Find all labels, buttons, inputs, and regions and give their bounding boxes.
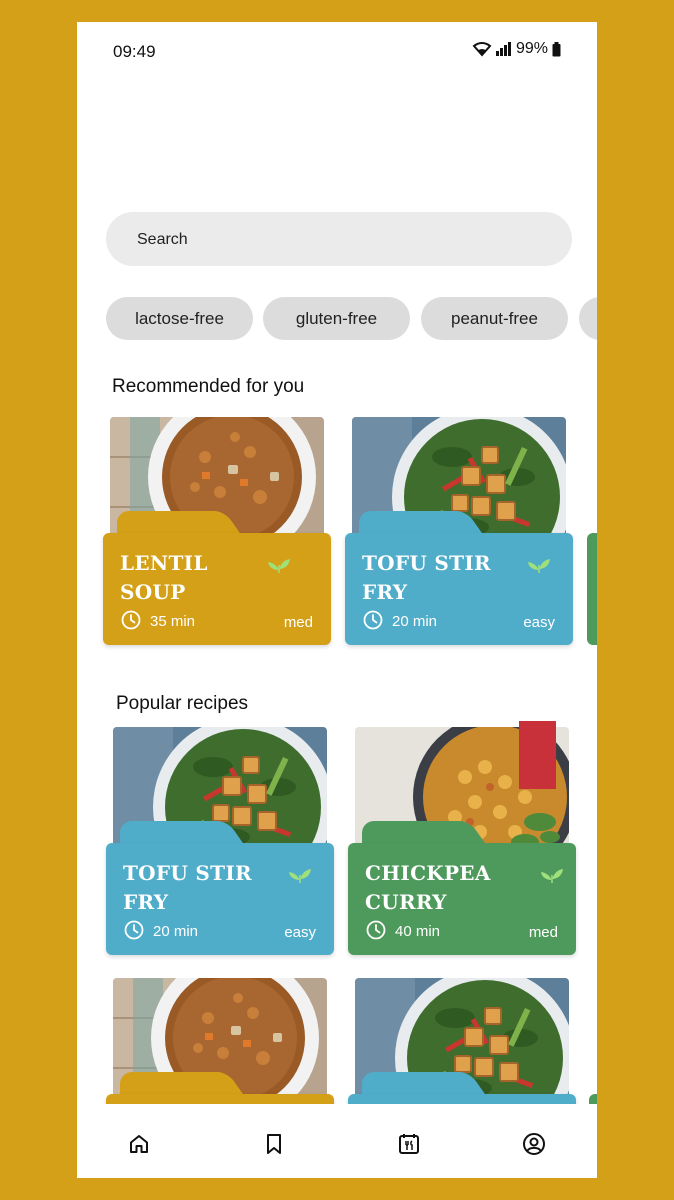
search-input[interactable]: Search <box>106 212 572 266</box>
phone-screen: 09:49 99% Search lactose-free gluten-fre… <box>77 22 597 1178</box>
difficulty: easy <box>284 924 316 941</box>
vegan-leaf-icon <box>288 866 312 889</box>
cook-time: 35 min <box>150 613 196 630</box>
chip-gluten-free[interactable]: gluten-free <box>263 297 410 340</box>
clock-icon <box>363 610 383 635</box>
recipe-title: TOFU STIR FRY <box>362 551 491 604</box>
clock-icon <box>121 610 141 635</box>
difficulty: easy <box>523 614 555 631</box>
clock-icon <box>366 920 386 945</box>
difficulty: med <box>283 614 313 631</box>
chip-more[interactable] <box>579 297 597 340</box>
signal-icon <box>495 42 512 56</box>
recipe-card-peek[interactable] <box>587 533 597 645</box>
battery-icon <box>552 41 561 57</box>
search-placeholder: Search <box>137 231 188 248</box>
recipe-card-chickpea-curry[interactable]: CHICKPEA CURRY 40 min med <box>348 721 576 957</box>
chip-lactose-free[interactable]: lactose-free <box>106 297 253 340</box>
recipe-card-tofu-stir-fry[interactable]: TOFU STIR FRY 20 min easy <box>345 417 573 647</box>
vegan-leaf-icon <box>540 866 564 889</box>
vegan-leaf-icon <box>527 556 551 579</box>
section-title-popular: Popular recipes <box>116 693 249 714</box>
bookmark-icon[interactable] <box>254 1124 294 1164</box>
cook-time: 40 min <box>395 923 441 940</box>
vegan-leaf-icon <box>267 556 291 579</box>
recipe-card-lentil-soup[interactable]: LENTIL SOUP 35 min med <box>103 417 331 647</box>
home-icon[interactable] <box>119 1124 159 1164</box>
clock-icon <box>124 920 144 945</box>
status-bar: 09:49 99% <box>77 22 597 78</box>
recipe-card-tofu-stir-fry-popular[interactable]: TOFU STIR FRY 20 min easy <box>106 727 334 957</box>
status-indicators: 99% <box>472 40 561 58</box>
section-title-recommended: Recommended for you <box>112 376 305 397</box>
chip-peanut-free[interactable]: peanut-free <box>421 297 568 340</box>
status-time: 09:49 <box>113 42 156 61</box>
recipe-title: LENTIL SOUP <box>120 551 208 604</box>
bottom-navigation <box>77 1104 597 1178</box>
cook-time: 20 min <box>153 923 199 940</box>
difficulty: med <box>528 924 558 941</box>
recipe-title: TOFU STIR FRY <box>123 861 252 914</box>
bookmark-ribbon-icon[interactable] <box>519 721 556 789</box>
recipe-title: CHICKPEA CURRY <box>365 861 491 914</box>
wifi-icon <box>472 41 492 57</box>
meal-plan-icon[interactable] <box>389 1124 429 1164</box>
battery-level: 99% <box>515 40 548 57</box>
filter-chips: lactose-free gluten-free peanut-free <box>106 297 597 341</box>
profile-icon[interactable] <box>514 1124 554 1164</box>
cook-time: 20 min <box>392 613 438 630</box>
